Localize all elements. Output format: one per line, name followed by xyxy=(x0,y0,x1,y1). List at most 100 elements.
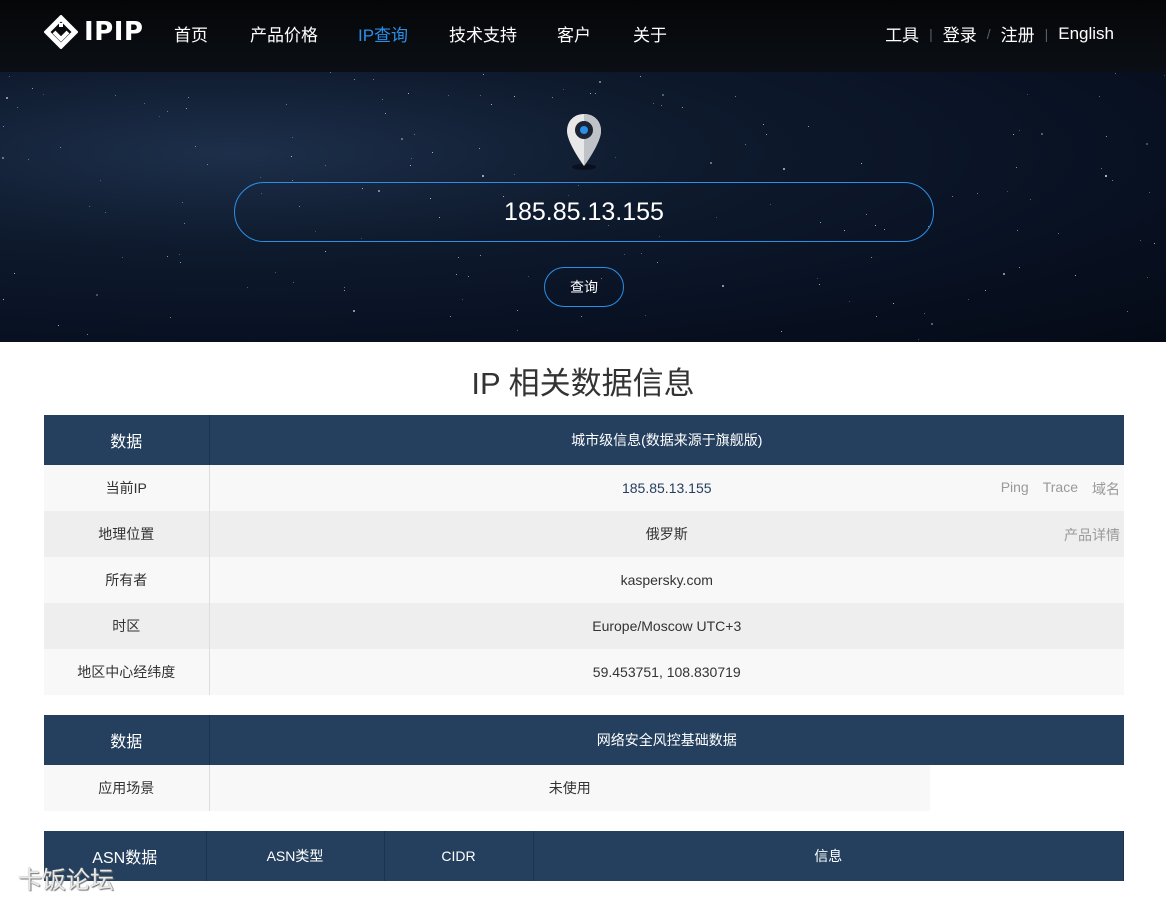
star-dot xyxy=(1149,192,1150,193)
star-dot xyxy=(710,162,712,164)
star-dot xyxy=(1019,130,1020,131)
star-dot xyxy=(385,113,386,114)
domain-link[interactable]: 域名 xyxy=(1092,479,1120,499)
row-label: 地理位置 xyxy=(44,511,210,557)
star-dot xyxy=(354,79,355,80)
star-dot xyxy=(514,174,515,175)
star-dot xyxy=(924,313,925,314)
star-dot xyxy=(657,262,658,263)
star-dot xyxy=(195,146,196,147)
star-dot xyxy=(682,107,683,108)
star-dot xyxy=(918,339,919,340)
table-header-row: ASN数据 ASN类型 CIDR 信息 xyxy=(44,831,1124,881)
star-dot xyxy=(1105,175,1107,177)
table-row: 所有者 kaspersky.com xyxy=(44,557,1124,603)
ip-search-input[interactable] xyxy=(284,197,884,227)
star-dot xyxy=(100,180,101,181)
star-dot xyxy=(808,126,809,127)
star-dot xyxy=(599,81,601,83)
star-dot xyxy=(2,157,4,159)
asn-header-cidr: CIDR xyxy=(384,831,534,881)
table-header-data: 数据 xyxy=(44,715,210,765)
star-dot xyxy=(330,72,331,73)
section-title: IP 相关数据信息 xyxy=(471,366,695,401)
star-dot xyxy=(735,96,736,97)
table-header-risk: 网络安全风控基础数据 xyxy=(209,715,1124,765)
star-dot xyxy=(1112,180,1113,181)
star-dot xyxy=(766,134,767,135)
nav-english[interactable]: English xyxy=(1058,24,1114,44)
star-dot xyxy=(817,278,818,279)
star-dot xyxy=(184,223,185,224)
star-dot xyxy=(528,276,529,277)
query-button[interactable]: 查询 xyxy=(544,267,624,307)
star-dot xyxy=(1147,277,1148,278)
star-dot xyxy=(968,299,969,300)
star-dot xyxy=(432,152,433,153)
geo-location-value: 俄罗斯 xyxy=(645,526,688,542)
star-dot xyxy=(373,79,374,80)
star-dot xyxy=(849,301,850,302)
star-dot xyxy=(180,262,181,263)
nav-home[interactable]: 首页 xyxy=(174,21,208,46)
star-dot xyxy=(382,99,383,100)
star-dot xyxy=(517,330,518,331)
star-dot xyxy=(353,310,355,312)
star-dot xyxy=(480,255,481,256)
star-dot xyxy=(1007,191,1008,192)
right-nav: 工具 | 登录 / 注册 | English xyxy=(885,21,1114,46)
star-dot xyxy=(1127,311,1128,312)
nav-pricing[interactable]: 产品价格 xyxy=(250,21,318,46)
star-dot xyxy=(401,138,403,140)
star-dot xyxy=(641,253,642,254)
star-dot xyxy=(32,88,33,89)
star-dot xyxy=(414,134,415,135)
star-dot xyxy=(144,103,145,104)
star-dot xyxy=(1003,273,1005,275)
logo-text: IPIP xyxy=(84,17,144,47)
star-dot xyxy=(517,310,518,311)
nav-tools[interactable]: 工具 xyxy=(885,21,919,46)
star-dot xyxy=(448,95,449,96)
star-dot xyxy=(653,103,654,104)
nav-ip-query[interactable]: IP查询 xyxy=(358,21,408,46)
ping-link[interactable]: Ping xyxy=(1001,479,1029,499)
row-label: 地区中心经纬度 xyxy=(44,649,210,695)
trace-link[interactable]: Trace xyxy=(1043,479,1078,499)
asn-header-type: ASN类型 xyxy=(206,831,385,881)
product-detail-link[interactable]: 产品详情 xyxy=(1064,525,1120,545)
location-pin-icon xyxy=(567,114,601,170)
nav-login[interactable]: 登录 xyxy=(943,21,977,46)
star-dot xyxy=(89,206,90,207)
ip-search-box[interactable] xyxy=(234,182,934,242)
nav-customers[interactable]: 客户 xyxy=(557,21,591,46)
nav-about[interactable]: 关于 xyxy=(633,21,667,46)
star-dot xyxy=(645,315,646,316)
row-value-cell: 185.85.13.155 Ping Trace 域名 xyxy=(209,465,1124,511)
table-header-city-info: 城市级信息(数据来源于旗舰版) xyxy=(209,415,1124,465)
city-info-table: 数据 城市级信息(数据来源于旗舰版) 当前IP 185.85.13.155 Pi… xyxy=(44,415,1124,695)
star-dot xyxy=(1164,75,1165,76)
star-dot xyxy=(3,126,4,127)
logo[interactable]: IPIP xyxy=(44,14,143,50)
table-header-row: 数据 城市级信息(数据来源于旗舰版) xyxy=(44,415,1124,465)
star-dot xyxy=(58,325,59,326)
row-label: 当前IP xyxy=(44,465,210,511)
star-dot xyxy=(96,294,98,296)
nav-support[interactable]: 技术支持 xyxy=(449,21,517,46)
star-dot xyxy=(615,157,616,158)
star-dot xyxy=(179,254,180,255)
star-dot xyxy=(292,180,293,181)
star-dot xyxy=(43,94,44,95)
star-dot xyxy=(722,285,724,287)
nav-register[interactable]: 注册 xyxy=(1001,21,1035,46)
star-dot xyxy=(462,299,463,300)
table-header-data: 数据 xyxy=(44,415,210,465)
star-dot xyxy=(480,95,481,96)
star-dot xyxy=(1041,133,1043,135)
star-dot xyxy=(640,76,641,77)
star-dot xyxy=(482,175,484,177)
star-dot xyxy=(325,251,326,252)
star-dot xyxy=(1019,267,1020,268)
star-dot xyxy=(408,93,409,94)
